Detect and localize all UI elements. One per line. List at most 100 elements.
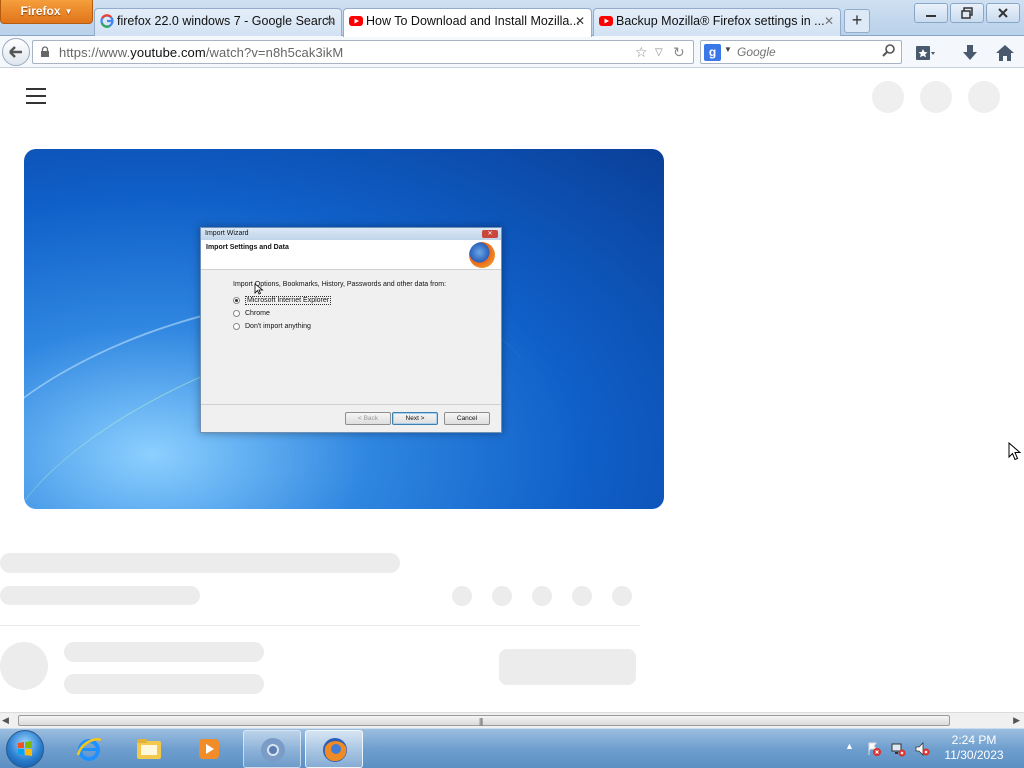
- horizontal-scrollbar[interactable]: ◀ ||| ▶: [0, 712, 1024, 728]
- subscribe-button-placeholder: [499, 649, 636, 685]
- tab-title: How To Download and Install Mozilla...: [366, 14, 580, 28]
- scroll-left-icon[interactable]: ◀: [2, 715, 9, 726]
- wizard-option-none: Don't import anything: [233, 320, 501, 333]
- chrome-icon: [261, 738, 285, 762]
- mouse-cursor-icon: [1008, 442, 1021, 461]
- close-tab-icon[interactable]: ✕: [325, 9, 335, 33]
- url-domain: youtube.com: [130, 45, 206, 60]
- youtube-icon: [599, 16, 613, 26]
- cursor-icon: [254, 283, 264, 295]
- lock-icon: [41, 46, 49, 57]
- tab-youtube-install-firefox[interactable]: How To Download and Install Mozilla... ✕: [343, 8, 592, 37]
- video-meta-placeholder: [0, 586, 200, 605]
- wizard-back-button: < Back: [345, 412, 391, 425]
- home-icon[interactable]: [994, 42, 1016, 64]
- channel-name-placeholder: [64, 642, 264, 662]
- media-player-icon: [199, 739, 219, 759]
- firefox-menu-button[interactable]: Firefox ▼: [0, 0, 93, 24]
- action-placeholder: [532, 586, 552, 606]
- google-search-engine-icon[interactable]: g: [704, 44, 721, 61]
- menu-icon[interactable]: [26, 88, 46, 104]
- minimize-window-button[interactable]: [914, 3, 948, 23]
- header-placeholder-circle: [872, 81, 904, 113]
- new-tab-button[interactable]: +: [844, 9, 870, 33]
- wizard-option-label: Chrome: [245, 310, 270, 317]
- search-bar[interactable]: g ▼: [700, 40, 902, 64]
- tab-youtube-backup-firefox[interactable]: Backup Mozilla® Firefox settings in ... …: [593, 8, 841, 36]
- close-icon: [998, 8, 1008, 18]
- close-window-button[interactable]: [986, 3, 1020, 23]
- channel-subs-placeholder: [64, 674, 264, 694]
- import-wizard-dialog: Import Wizard ✕ Import Settings and Data…: [200, 227, 502, 433]
- network-icon[interactable]: [890, 741, 906, 757]
- minimize-icon: [926, 15, 936, 17]
- wizard-option-label: Don't import anything: [245, 323, 311, 330]
- windows-logo-icon: [18, 741, 32, 756]
- search-icon[interactable]: [881, 43, 897, 59]
- radio-icon: [233, 323, 240, 330]
- restore-window-button[interactable]: [950, 3, 984, 23]
- system-clock[interactable]: 2:24 PM 11/30/2023: [936, 733, 1012, 763]
- wizard-option-chrome: Chrome: [233, 307, 501, 320]
- wizard-footer: < Back Next > Cancel: [201, 404, 501, 432]
- close-tab-icon[interactable]: ✕: [824, 9, 834, 33]
- header-placeholder-circle: [968, 81, 1000, 113]
- windows-explorer-icon: [137, 739, 161, 759]
- firefox-icon: [323, 738, 347, 762]
- reload-icon[interactable]: ↻: [673, 44, 685, 61]
- scroll-right-icon[interactable]: ▶: [1013, 715, 1020, 726]
- channel-avatar-placeholder: [0, 642, 48, 690]
- back-button[interactable]: [2, 38, 30, 66]
- firefox-menu-label: Firefox: [20, 4, 61, 18]
- browser-tab-bar: Firefox ▼ firefox 22.0 windows 7 - Google…: [0, 0, 1024, 37]
- internet-explorer-icon: [76, 738, 102, 761]
- wizard-next-button: Next >: [392, 412, 438, 425]
- wizard-option-label: Microsoft Internet Explorer: [245, 296, 332, 305]
- close-icon: ✕: [482, 230, 498, 238]
- start-button[interactable]: [6, 730, 44, 768]
- tab-google-search[interactable]: firefox 22.0 windows 7 - Google Search ✕: [94, 8, 342, 36]
- tab-title: Backup Mozilla® Firefox settings in ...: [616, 14, 825, 28]
- radio-selected-icon: [233, 297, 240, 304]
- google-icon: [100, 14, 114, 28]
- dropdown-arrow-icon[interactable]: ▽: [655, 47, 663, 58]
- url-prefix: https://www.: [59, 45, 131, 60]
- wizard-option-ie: Microsoft Internet Explorer: [233, 294, 501, 307]
- tab-title: firefox 22.0 windows 7 - Google Search: [117, 14, 336, 28]
- wizard-prompt: Import Options, Bookmarks, History, Pass…: [233, 281, 447, 288]
- wizard-header: Import Settings and Data: [201, 240, 501, 270]
- bookmarks-icon[interactable]: [914, 42, 936, 64]
- bookmark-star-icon[interactable]: ☆: [635, 44, 648, 61]
- scrollbar-thumb[interactable]: |||: [18, 715, 950, 726]
- url-text: https://www.youtube.com/watch?v=n8h5cak3…: [59, 45, 343, 60]
- wizard-header-title: Import Settings and Data: [206, 244, 289, 251]
- wizard-cancel-button: Cancel: [444, 412, 490, 425]
- header-placeholder-circle: [920, 81, 952, 113]
- action-center-icon[interactable]: [866, 741, 882, 757]
- taskbar-firefox[interactable]: [305, 730, 363, 768]
- show-hidden-icons-icon[interactable]: ▲: [845, 741, 854, 751]
- volume-muted-icon[interactable]: [914, 741, 930, 757]
- action-placeholder: [492, 586, 512, 606]
- action-placeholder: [452, 586, 472, 606]
- downloads-icon[interactable]: [959, 42, 981, 64]
- chevron-down-icon: ▼: [64, 7, 73, 16]
- divider: [0, 625, 640, 626]
- address-bar[interactable]: https://www.youtube.com/watch?v=n8h5cak3…: [32, 40, 694, 64]
- action-placeholder: [572, 586, 592, 606]
- clock-time: 2:24 PM: [951, 733, 997, 747]
- taskbar-internet-explorer[interactable]: [60, 730, 118, 768]
- chevron-down-icon[interactable]: ▼: [724, 45, 732, 54]
- action-placeholder: [612, 586, 632, 606]
- restore-icon: [961, 7, 973, 19]
- firefox-logo-icon: [469, 242, 495, 268]
- video-player[interactable]: Import Wizard ✕ Import Settings and Data…: [24, 149, 664, 509]
- youtube-icon: [349, 16, 363, 26]
- close-tab-icon[interactable]: ✕: [575, 9, 585, 33]
- navigation-bar: https://www.youtube.com/watch?v=n8h5cak3…: [0, 36, 1024, 68]
- search-input[interactable]: [737, 44, 877, 60]
- taskbar-chrome[interactable]: [243, 730, 301, 768]
- taskbar-windows-explorer[interactable]: [120, 730, 178, 768]
- url-path: /watch?v=n8h5cak3ikM: [205, 45, 344, 60]
- taskbar-media-player[interactable]: [180, 730, 238, 768]
